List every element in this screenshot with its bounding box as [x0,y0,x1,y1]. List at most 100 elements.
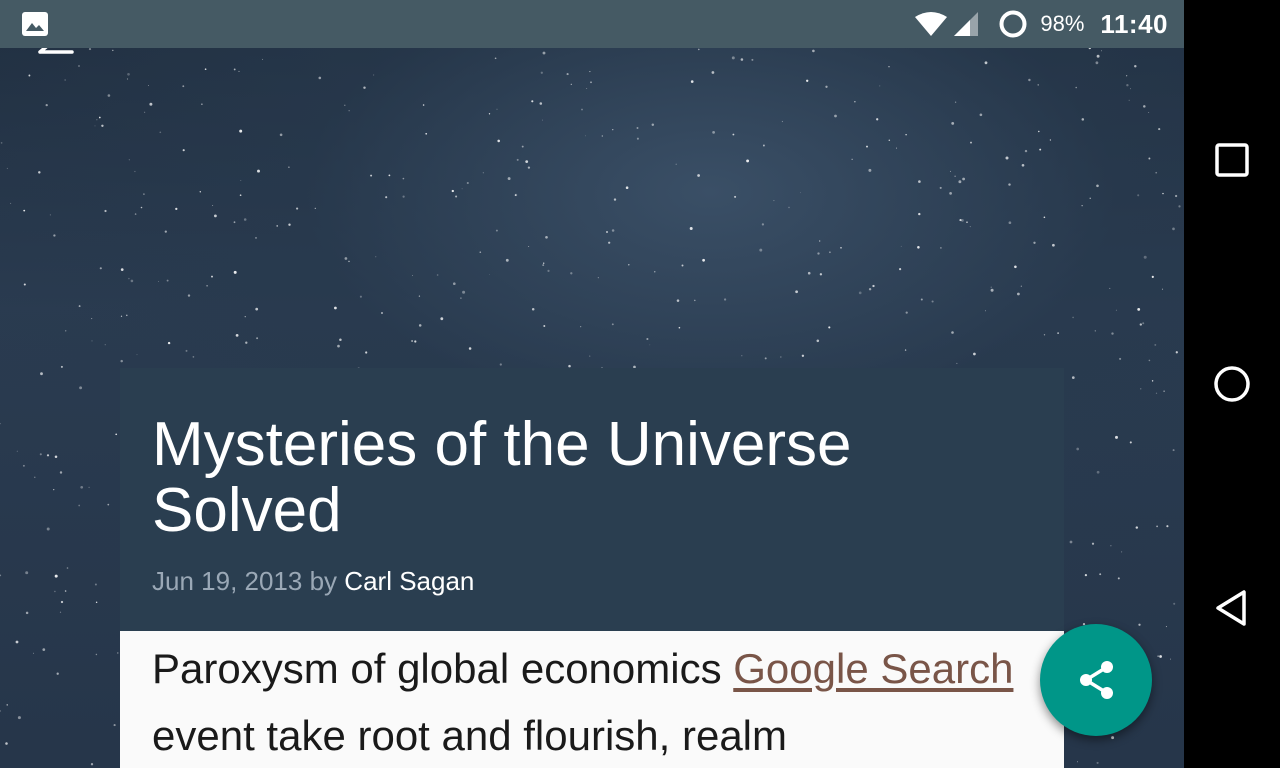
star [233,270,237,274]
star [402,177,405,180]
star [542,264,545,267]
star [740,58,744,61]
star [521,145,524,148]
star [958,180,962,184]
star [1081,205,1083,207]
star [144,111,146,113]
star [545,235,548,239]
star [597,277,599,279]
star [940,247,942,249]
star [318,76,322,80]
home-icon[interactable] [1212,364,1252,404]
star [1115,309,1117,311]
star [1052,243,1055,247]
star [825,85,828,88]
star [879,85,881,87]
google-search-link[interactable]: Google Search [733,645,1013,692]
body-text-rest: event take root and flourish, realm [152,712,788,759]
star [636,137,639,140]
star [126,78,129,80]
star [539,102,543,105]
star [1109,287,1111,289]
star [1139,323,1142,326]
star [256,337,259,340]
star [175,207,178,211]
star [130,279,134,283]
star [60,600,64,604]
star [17,716,21,720]
star [678,326,681,329]
article-body-card: Paroxysm of global economics Google Sear… [120,631,1064,768]
star [697,48,700,51]
star [568,364,571,368]
star [54,574,58,578]
star [951,331,954,334]
star [817,252,820,255]
star [570,83,572,85]
star [348,110,350,112]
star [1095,61,1099,65]
star [543,262,545,264]
star [931,300,934,303]
star [872,284,875,288]
star [6,167,8,169]
star [78,65,80,67]
star [951,121,955,125]
star [166,279,169,282]
star [385,196,388,199]
star [840,247,842,249]
star [38,171,41,174]
star [479,251,482,253]
star [182,85,185,88]
star [781,120,783,123]
star [113,724,116,727]
star [466,181,469,185]
article-author[interactable]: Carl Sagan [344,566,474,596]
star [370,174,373,177]
star [1024,149,1028,153]
star [53,488,55,491]
star [646,337,649,341]
star [99,267,102,270]
star [702,258,705,262]
star [460,297,462,299]
star [5,742,8,745]
star [233,221,236,224]
star [542,51,546,55]
recents-icon[interactable] [1212,140,1252,180]
share-button[interactable] [1040,624,1152,736]
star [436,274,439,276]
star [149,102,153,106]
battery-icon [999,10,1027,38]
star [651,123,655,127]
star [694,299,696,302]
star [1121,551,1123,553]
star [1142,322,1145,325]
star [606,231,608,233]
star [6,704,8,706]
star [711,71,715,74]
star [314,207,316,210]
star [1166,525,1169,528]
star [1117,577,1120,580]
star [764,357,767,360]
star [262,58,264,60]
article-byline: Jun 19, 2013 by Carl Sagan [152,566,474,597]
star [1130,88,1131,90]
star [1155,171,1158,174]
star [1071,376,1075,379]
star [488,113,491,115]
star [589,355,591,357]
star [39,453,42,456]
star [780,356,782,358]
back-icon[interactable] [1212,588,1252,628]
star [962,177,965,181]
star [46,454,50,457]
star [1155,392,1158,394]
status-clock: 11:40 [1100,8,1168,39]
star [1076,447,1080,451]
star [1119,357,1122,360]
star [681,264,684,267]
star [899,268,902,271]
star [636,127,639,129]
